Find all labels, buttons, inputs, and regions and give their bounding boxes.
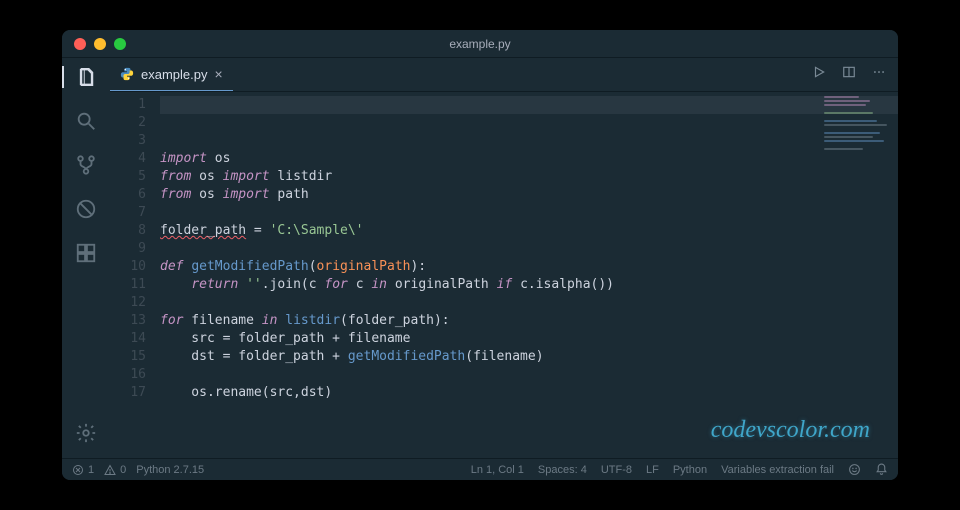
status-bar: 1 0 Python 2.7.15 Ln 1, Col 1 Spaces: 4 … bbox=[62, 458, 898, 480]
feedback-icon[interactable] bbox=[848, 463, 861, 476]
status-encoding[interactable]: UTF-8 bbox=[601, 464, 632, 476]
code-editor[interactable]: 1 2 3 4 5 6 7 8 9 10 11 12 13 14 15 16 1… bbox=[110, 92, 898, 458]
search-tab[interactable] bbox=[62, 110, 110, 132]
window-title: example.py bbox=[62, 37, 898, 51]
editor-area: example.py × 1 2 3 4 5 6 7 8 9 10 1 bbox=[110, 58, 898, 458]
editor-actions bbox=[812, 58, 898, 91]
extensions-tab[interactable] bbox=[62, 242, 110, 264]
minimap[interactable] bbox=[824, 96, 894, 156]
close-tab-icon[interactable]: × bbox=[214, 67, 222, 81]
tab-filename: example.py bbox=[141, 67, 207, 82]
status-warnings[interactable]: 0 bbox=[104, 464, 126, 476]
more-actions-icon[interactable] bbox=[872, 65, 886, 84]
window-body: example.py × 1 2 3 4 5 6 7 8 9 10 1 bbox=[62, 58, 898, 458]
split-editor-icon[interactable] bbox=[842, 65, 856, 84]
status-message[interactable]: Variables extraction fail bbox=[721, 464, 834, 476]
status-language-mode[interactable]: Python bbox=[673, 464, 707, 476]
status-python-version[interactable]: Python 2.7.15 bbox=[136, 464, 204, 476]
code-content[interactable]: import os from os import listdir from os… bbox=[160, 92, 898, 458]
run-icon[interactable] bbox=[812, 65, 826, 84]
tab-bar: example.py × bbox=[110, 58, 898, 92]
status-errors[interactable]: 1 bbox=[72, 464, 94, 476]
status-cursor-position[interactable]: Ln 1, Col 1 bbox=[471, 464, 524, 476]
python-file-icon bbox=[120, 67, 134, 81]
debug-tab[interactable] bbox=[62, 198, 110, 220]
current-line-highlight bbox=[160, 96, 898, 114]
editor-window: example.py bbox=[62, 30, 898, 480]
line-number-gutter: 1 2 3 4 5 6 7 8 9 10 11 12 13 14 15 16 1… bbox=[110, 92, 160, 458]
settings-gear[interactable] bbox=[62, 422, 110, 444]
status-indentation[interactable]: Spaces: 4 bbox=[538, 464, 587, 476]
source-control-tab[interactable] bbox=[62, 154, 110, 176]
activity-bar bbox=[62, 58, 110, 458]
notifications-icon[interactable] bbox=[875, 463, 888, 476]
status-eol[interactable]: LF bbox=[646, 464, 659, 476]
explorer-tab[interactable] bbox=[62, 66, 110, 88]
titlebar: example.py bbox=[62, 30, 898, 58]
tab-example-py[interactable]: example.py × bbox=[110, 58, 233, 91]
